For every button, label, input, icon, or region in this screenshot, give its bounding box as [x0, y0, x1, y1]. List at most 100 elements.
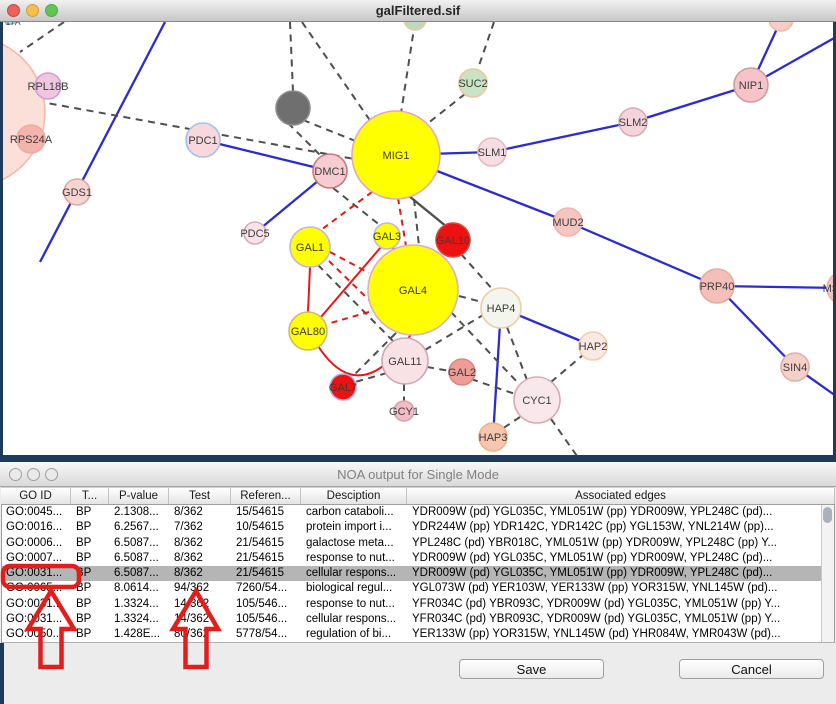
cell-r5-c4: 8/362 [170, 566, 232, 581]
zoom-button-inactive[interactable] [45, 468, 58, 481]
node-label-CYC1: CYC1 [522, 395, 551, 407]
node-label-GCY1: GCY1 [389, 406, 419, 418]
cell-r6-c4: 94/362 [170, 581, 232, 596]
network-window: 17ARPL18BRPS24AGDS1PDC1DMC1MIG1SUC2SLM1S… [0, 0, 836, 457]
node-label-GAL11: GAL11 [388, 356, 421, 368]
column-header-p-value[interactable]: P-value [109, 488, 169, 504]
node-label-HAP4: HAP4 [487, 303, 516, 315]
node-label-SIN4: SIN4 [783, 362, 807, 374]
cell-r8-c5: 105/546... [232, 612, 302, 627]
cell-r1-c4: 8/362 [170, 505, 232, 520]
cell-r7-c6: response to nut... [302, 597, 408, 612]
cell-r9-c7: YER133W (pp) YOR315W, YNL145W (pd) YHR08… [408, 627, 834, 642]
column-header-go-id[interactable]: GO ID [1, 488, 71, 504]
node-label-NIP1: NIP1 [739, 80, 763, 92]
node-label-HAP2: HAP2 [579, 341, 608, 353]
minimize-button[interactable] [26, 4, 39, 17]
column-header-referen[interactable]: Referen... [231, 488, 301, 504]
noa-titlebar: NOA output for Single Mode [0, 462, 836, 487]
table-row[interactable]: GO:0031...BP1.3324...14/362105/546...cel… [2, 612, 834, 627]
cell-r4-c4: 8/362 [170, 551, 232, 566]
cell-r7-c5: 105/546... [232, 597, 302, 612]
cell-r8-c3: 1.3324... [110, 612, 170, 627]
desktop-corner-strip [0, 643, 4, 704]
cell-r2-c4: 7/362 [170, 520, 232, 535]
column-header-t[interactable]: T... [71, 488, 109, 504]
table-row[interactable]: GO:0031...BP1.3324...14/362105/546...res… [2, 597, 834, 612]
table-row-selected[interactable]: GO:0031...BP6.5087...8/36221/54615cellul… [2, 566, 834, 581]
cell-r1-c1: GO:0045... [2, 505, 72, 520]
cell-r3-c2: BP [72, 536, 110, 551]
cell-r6-c7: YGL073W (pd) YER103W, YER133W (pp) YOR31… [408, 581, 834, 596]
node-label-RPL18B: RPL18B [28, 81, 69, 93]
cell-r4-c6: response to nut... [302, 551, 408, 566]
cell-r9-c5: 5778/54... [232, 627, 302, 642]
cell-r2-c5: 10/54615 [232, 520, 302, 535]
cell-r5-c5: 21/54615 [232, 566, 302, 581]
column-header-test[interactable]: Test [169, 488, 231, 504]
cell-r6-c3: 8.0614... [110, 581, 170, 596]
cell-r8-c7: YFR034C (pd) YBR093C, YDR009W (pd) YGL03… [408, 612, 834, 627]
column-header-desciption[interactable]: Desciption [301, 488, 407, 504]
table-row[interactable]: GO:0045...BP2.1308...8/36215/54615carbon… [2, 505, 834, 520]
cell-r9-c1: GO:0050... [2, 627, 72, 642]
noa-window-title: NOA output for Single Mode [0, 462, 836, 487]
cell-r9-c3: 1.428E... [110, 627, 170, 642]
vertical-scrollbar[interactable] [821, 505, 834, 642]
node-gray-unlabeled[interactable] [276, 91, 310, 125]
cell-r5-c2: BP [72, 566, 110, 581]
table-row[interactable]: GO:0006...BP6.5087...8/36221/54615galact… [2, 536, 834, 551]
cell-r1-c6: carbon cataboli... [302, 505, 408, 520]
cell-r3-c6: galactose meta... [302, 536, 408, 551]
column-header-associated-edges[interactable]: Associated edges [407, 488, 835, 504]
node-label-PRP40: PRP40 [700, 281, 735, 293]
cell-r6-c6: biological regul... [302, 581, 408, 596]
cell-r4-c5: 21/54615 [232, 551, 302, 566]
cell-r4-c2: BP [72, 551, 110, 566]
cancel-button[interactable]: Cancel [679, 659, 824, 679]
cell-r3-c7: YPL248C (pd) YBR018C, YML051W (pp) YDR00… [408, 536, 834, 551]
table-header-row: GO IDT...P-valueTestReferen...Desciption… [1, 487, 835, 505]
cell-r7-c1: GO:0031... [2, 597, 72, 612]
node-label-HAP3: HAP3 [479, 432, 508, 444]
cell-r2-c6: protein import i... [302, 520, 408, 535]
table-row[interactable]: GO:0065...BP8.0614...94/3627260/54...bio… [2, 581, 834, 596]
node-label-GAL7: GAL7 [329, 382, 357, 394]
table-row[interactable]: GO:0007...BP6.5087...8/36221/54615respon… [2, 551, 834, 566]
cell-r4-c1: GO:0007... [2, 551, 72, 566]
zoom-button[interactable] [45, 4, 58, 17]
cell-r3-c5: 21/54615 [232, 536, 302, 551]
node-label-GAL3: GAL3 [373, 231, 401, 243]
node-label-MIG1: MIG1 [383, 150, 410, 162]
cell-r9-c6: regulation of bi... [302, 627, 408, 642]
go-results-table: GO:0045...BP2.1308...8/36215/54615carbon… [1, 505, 835, 643]
node-label-PDC1: PDC1 [188, 135, 217, 147]
cell-r1-c2: BP [72, 505, 110, 520]
node-label-GAL2: GAL2 [448, 367, 476, 379]
cell-r5-c3: 6.5087... [110, 566, 170, 581]
cell-r2-c7: YDR244W (pp) YDR142C, YDR142C (pp) YGL15… [408, 520, 834, 535]
node-label-GAL4: GAL4 [399, 285, 427, 297]
table-row[interactable]: GO:0050...BP1.428E...80/3625778/54...reg… [2, 627, 834, 642]
cell-r3-c4: 8/362 [170, 536, 232, 551]
close-button[interactable] [7, 4, 20, 17]
scrollbar-thumb[interactable] [823, 507, 832, 523]
noa-output-window: NOA output for Single Mode GO IDT...P-va… [0, 462, 836, 704]
cell-r8-c4: 14/362 [170, 612, 232, 627]
node-label-SLM1: SLM1 [478, 147, 507, 159]
close-button-inactive[interactable] [9, 468, 22, 481]
network-window-title: galFiltered.sif [0, 0, 836, 22]
cell-r8-c1: GO:0031... [2, 612, 72, 627]
node-label-DMC1: DMC1 [314, 166, 345, 178]
table-row[interactable]: GO:0016...BP6.2567...7/36210/54615protei… [2, 520, 834, 535]
cell-r2-c1: GO:0016... [2, 520, 72, 535]
cell-r2-c2: BP [72, 520, 110, 535]
cell-r1-c5: 15/54615 [232, 505, 302, 520]
save-button[interactable]: Save [459, 659, 604, 679]
minimize-button-inactive[interactable] [27, 468, 40, 481]
network-titlebar: galFiltered.sif [0, 0, 836, 22]
cell-r7-c4: 14/362 [170, 597, 232, 612]
cell-r9-c4: 80/362 [170, 627, 232, 642]
cell-r6-c2: BP [72, 581, 110, 596]
cell-r4-c3: 6.5087... [110, 551, 170, 566]
